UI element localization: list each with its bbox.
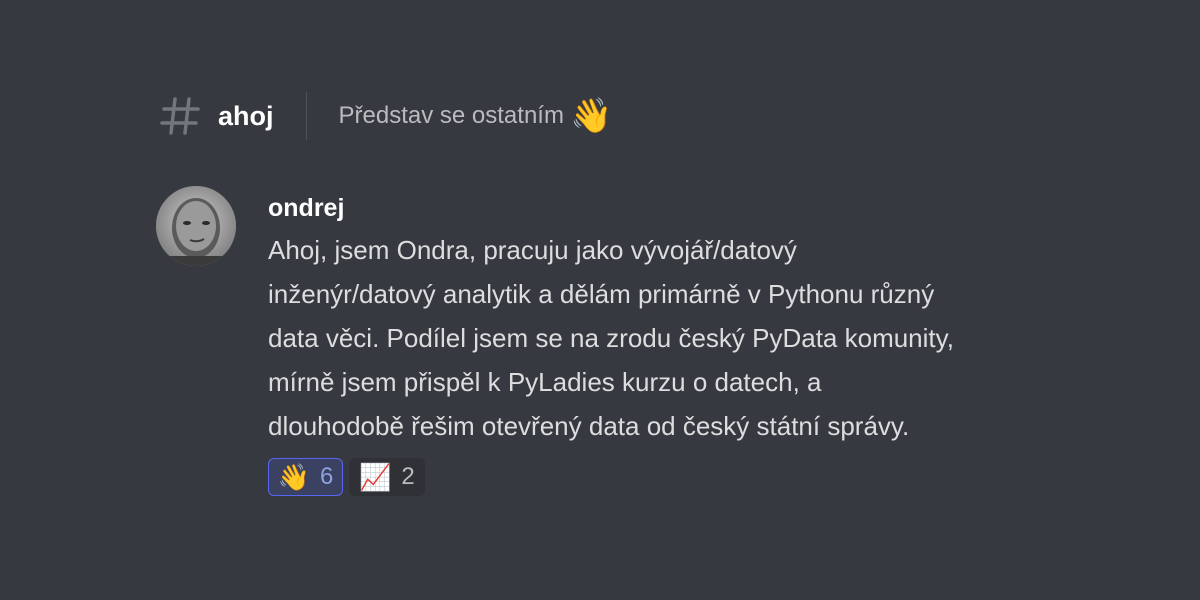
reaction-count: 2 [401,463,415,490]
waving-hand-icon: 👋 [277,462,311,492]
waving-hand-icon: 👋 [569,97,613,135]
message-content: Ahoj, jsem Ondra, pracuju jako vývojář/d… [268,228,1068,448]
message-line: dlouhodobě řešim otevřený data od český … [268,411,910,441]
channel-name[interactable]: ahoj [218,101,274,132]
reaction-chart-increasing[interactable]: 📈 2 [349,458,425,496]
message-body: ondrej Ahoj, jsem Ondra, pracuju jako vý… [268,192,1068,496]
hash-icon [158,94,202,138]
chat-view: ahoj Představ se ostatním 👋 ondrej Ahoj,… [0,0,1200,600]
message-author[interactable]: ondrej [268,192,1068,224]
message-line: data věci. Podílel jsem se na zrodu česk… [268,323,954,353]
reaction-waving-hand[interactable]: 👋 6 [268,458,344,496]
message-line: Ahoj, jsem Ondra, pracuju jako vývojář/d… [268,235,797,265]
reaction-count: 6 [320,463,334,490]
user-avatar[interactable] [156,186,236,266]
header-divider [305,92,307,140]
channel-topic: Představ se ostatním 👋 [339,99,613,133]
message-line: mírně jsem přispěl k PyLadies kurzu o da… [268,367,822,397]
message-line: inženýr/datový analytik a dělám primárně… [268,279,935,309]
channel-header: ahoj Představ se ostatním 👋 [158,86,612,146]
reactions-bar: 👋 6 📈 2 [268,458,1068,496]
channel-topic-text: Představ se ostatním [338,102,564,129]
chart-increasing-icon: 📈 [359,462,392,492]
